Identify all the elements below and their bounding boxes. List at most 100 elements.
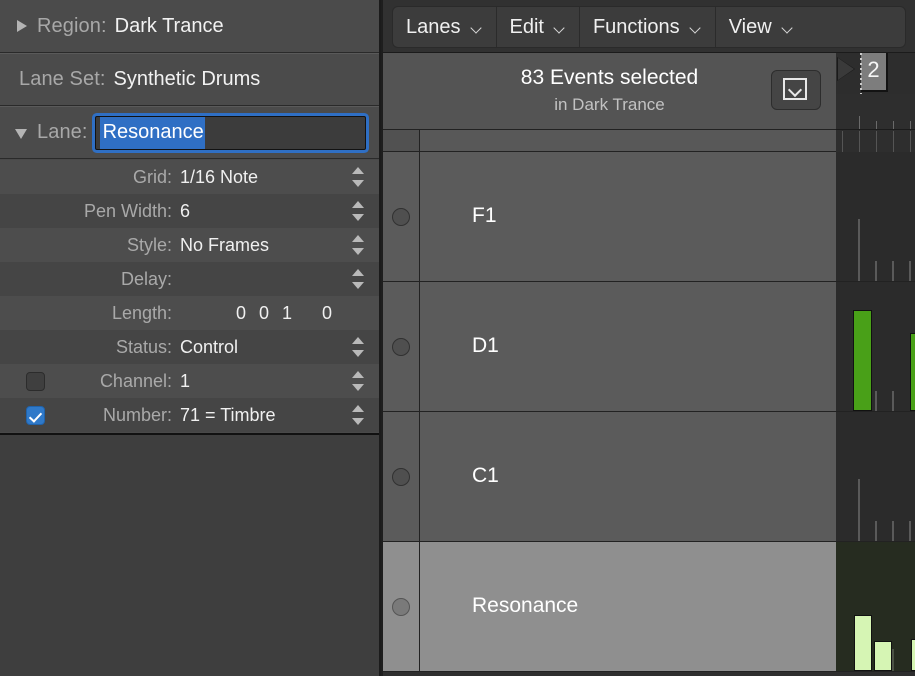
channel-checkbox[interactable] [26,372,45,391]
grid-tick [842,131,843,152]
selection-context-text: in Dark Trance [554,95,665,114]
menu-edit-label: Edit [509,15,544,38]
grid-tick [858,219,860,281]
inspector-panel: Region: Dark Trance Lane Set: Synthetic … [0,0,381,676]
lane-row[interactable]: F1 [383,152,915,282]
lane-row[interactable]: Resonance [383,542,915,672]
menu-edit[interactable]: Edit [497,7,580,47]
lane-name-area[interactable]: F1 [420,152,836,281]
bar-ruler[interactable]: 2 [836,53,915,130]
grid-tick [875,261,877,281]
stepper-arrows-icon[interactable] [352,201,365,221]
stepper-arrows-icon[interactable] [352,269,365,289]
lane-name-area[interactable]: C1 [420,412,836,541]
grid-tick [876,131,877,152]
lane-record-circle-icon[interactable] [392,337,410,356]
lane-header-row[interactable]: Lane: Resonance [0,106,379,159]
menu-lanes[interactable]: Lanes [393,7,497,47]
chevron-down-icon [691,24,702,31]
grid-tick [892,391,894,411]
grid-tick [875,391,877,411]
chevron-down-icon [555,24,566,31]
stepper-arrows-icon[interactable] [352,371,365,391]
grid-tick [910,131,911,152]
lane-list: F1 D1 C1 Resonance [383,152,915,676]
selection-menu-button[interactable] [771,70,821,110]
lane-label: Lane: [37,121,88,143]
lane-name-area[interactable]: D1 [420,282,836,411]
midi-step-editor-window: Region: Dark Trance Lane Set: Synthetic … [0,0,915,676]
param-value[interactable]: 0 0 1 0 [180,303,379,324]
stepper-arrows-icon[interactable] [352,167,365,187]
lane-name-input[interactable]: Resonance [94,115,366,150]
stepper-arrows-icon[interactable] [352,405,365,425]
param-row-style[interactable]: Style: No Frames [0,228,379,262]
lane-name-area[interactable]: Resonance [420,542,836,671]
lane-row[interactable]: D1 [383,282,915,412]
param-value[interactable]: No Frames [180,235,379,256]
lane-name-selected-text: Resonance [99,116,205,149]
param-row-channel[interactable]: Channel: 1 [0,364,379,398]
lane-set-value: Synthetic Drums [113,68,261,90]
selection-info-bar: 83 Events selected in Dark Trance [383,53,836,130]
menu-bar: Lanes Edit Functions View [392,6,906,48]
step-event[interactable] [874,641,892,671]
number-checkbox[interactable] [26,406,45,425]
param-row-length[interactable]: Length: 0 0 1 0 [0,296,379,330]
menu-view-label: View [728,15,772,38]
region-header-row[interactable]: Region: Dark Trance [0,0,379,53]
param-row-status[interactable]: Status: Control [0,330,379,364]
step-event[interactable] [911,639,915,671]
lane-button-column[interactable] [383,412,420,541]
ruler-tick [876,121,877,129]
chevron-down-box-icon [783,78,807,100]
param-value[interactable]: 1 [180,371,379,392]
step-event[interactable] [910,333,915,411]
lane-header-button-col [383,130,420,151]
menu-functions[interactable]: Functions [580,7,716,47]
param-row-delay[interactable]: Delay: [0,262,379,296]
lane-record-circle-icon[interactable] [392,207,410,226]
step-event[interactable] [853,310,872,411]
menu-view[interactable]: View [716,7,807,47]
lane-name-label: C1 [472,463,499,487]
inspector-empty-area [0,433,379,676]
triangle-down-icon[interactable] [15,126,28,140]
lane-set-header-row[interactable]: Lane Set: Synthetic Drums [0,53,379,106]
lane-step-grid[interactable] [836,282,915,411]
menu-lanes-label: Lanes [406,15,461,38]
param-row-grid[interactable]: Grid: 1/16 Note [0,160,379,194]
stepper-arrows-icon[interactable] [352,337,365,357]
param-value[interactable]: 71 = Timbre [180,405,379,426]
param-label: Pen Width: [83,200,172,221]
param-label: Status: [115,336,172,357]
lane-step-grid[interactable] [836,542,915,671]
param-value[interactable]: 1/16 Note [180,167,379,188]
grid-tick [892,261,894,281]
lane-button-column[interactable] [383,282,420,411]
lane-record-circle-icon[interactable] [392,597,410,616]
triangle-right-icon[interactable] [15,19,28,33]
grid-tick [909,261,911,281]
lane-record-circle-icon[interactable] [392,467,410,486]
ruler-tick [893,121,894,129]
ruler-tick [910,121,911,129]
step-editor-area: Lanes Edit Functions View 83 Events sele… [383,0,915,676]
length-ticks: 0 [321,302,332,323]
param-label: Length: [111,302,172,323]
param-label: Style: [126,234,172,255]
lane-step-grid[interactable] [836,152,915,281]
bar-number-label: 2 [861,53,888,92]
param-row-number[interactable]: Number: 71 = Timbre [0,398,379,432]
step-event[interactable] [854,615,872,671]
param-row-pen-width[interactable]: Pen Width: 6 [0,194,379,228]
lane-step-grid[interactable] [836,412,915,541]
menu-functions-label: Functions [592,15,680,38]
lane-row[interactable]: C1 [383,412,915,542]
lane-button-column[interactable] [383,542,420,671]
lane-button-column[interactable] [383,152,420,281]
param-value[interactable]: 6 [180,201,379,222]
stepper-arrows-icon[interactable] [352,235,365,255]
param-value[interactable]: Control [180,337,379,358]
grid-tick [859,131,860,152]
